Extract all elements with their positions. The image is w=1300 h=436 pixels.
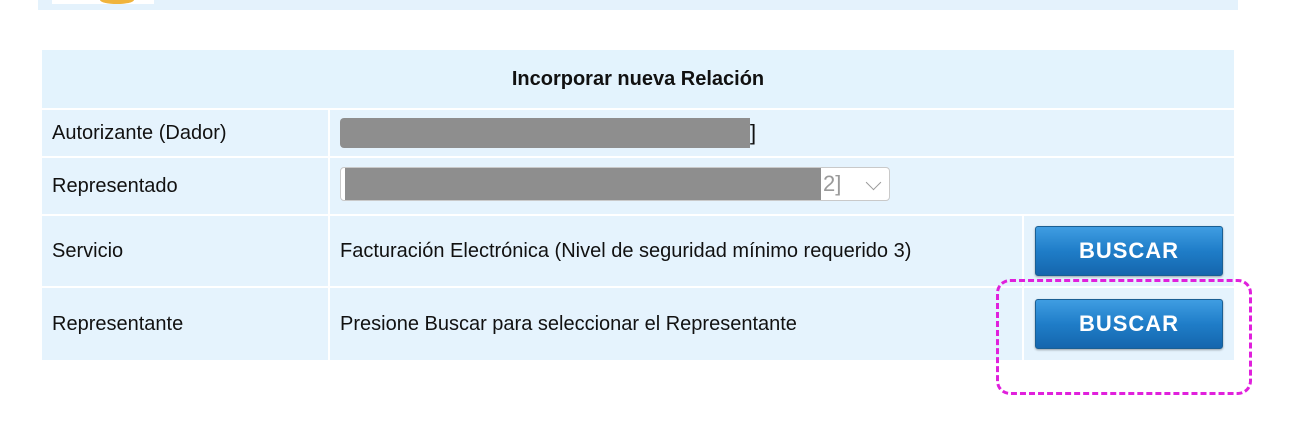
select-value-suffix: 2]: [823, 170, 842, 196]
row-representante: Representante Presione Buscar para selec…: [42, 288, 1234, 360]
servicio-button-cell: BUSCAR: [1024, 216, 1234, 286]
autorizante-value: ]: [330, 110, 1234, 156]
buscar-servicio-button[interactable]: BUSCAR: [1035, 226, 1223, 276]
page-header-strip: [38, 0, 1238, 10]
redacted-prefix: [340, 118, 348, 148]
representado-cell: 2]: [330, 158, 1234, 214]
autorizante-suffix: ]: [750, 120, 757, 145]
logo: [52, 0, 154, 4]
autorizante-label: Autorizante (Dador): [42, 110, 328, 156]
servicio-value: Facturación Electrónica (Nivel de seguri…: [330, 216, 1022, 286]
representante-label: Representante: [42, 288, 328, 360]
row-representado: Representado 2]: [42, 158, 1234, 214]
representado-label: Representado: [42, 158, 328, 214]
buscar-representante-button[interactable]: BUSCAR: [1035, 299, 1223, 349]
form-title: Incorporar nueva Relación: [42, 50, 1234, 108]
form-header-row: Incorporar nueva Relación: [42, 50, 1234, 108]
representado-select[interactable]: 2]: [340, 166, 890, 201]
row-servicio: Servicio Facturación Electrónica (Nivel …: [42, 216, 1234, 286]
servicio-label: Servicio: [42, 216, 328, 286]
row-autorizante: Autorizante (Dador) ]: [42, 110, 1234, 156]
redacted-value: [348, 118, 750, 148]
representante-button-cell: BUSCAR: [1024, 288, 1234, 360]
redacted-select-value: [345, 167, 821, 200]
chevron-down-icon: [865, 174, 882, 190]
relation-form: Incorporar nueva Relación Autorizante (D…: [40, 48, 1236, 362]
representante-value: Presione Buscar para seleccionar el Repr…: [330, 288, 1022, 360]
